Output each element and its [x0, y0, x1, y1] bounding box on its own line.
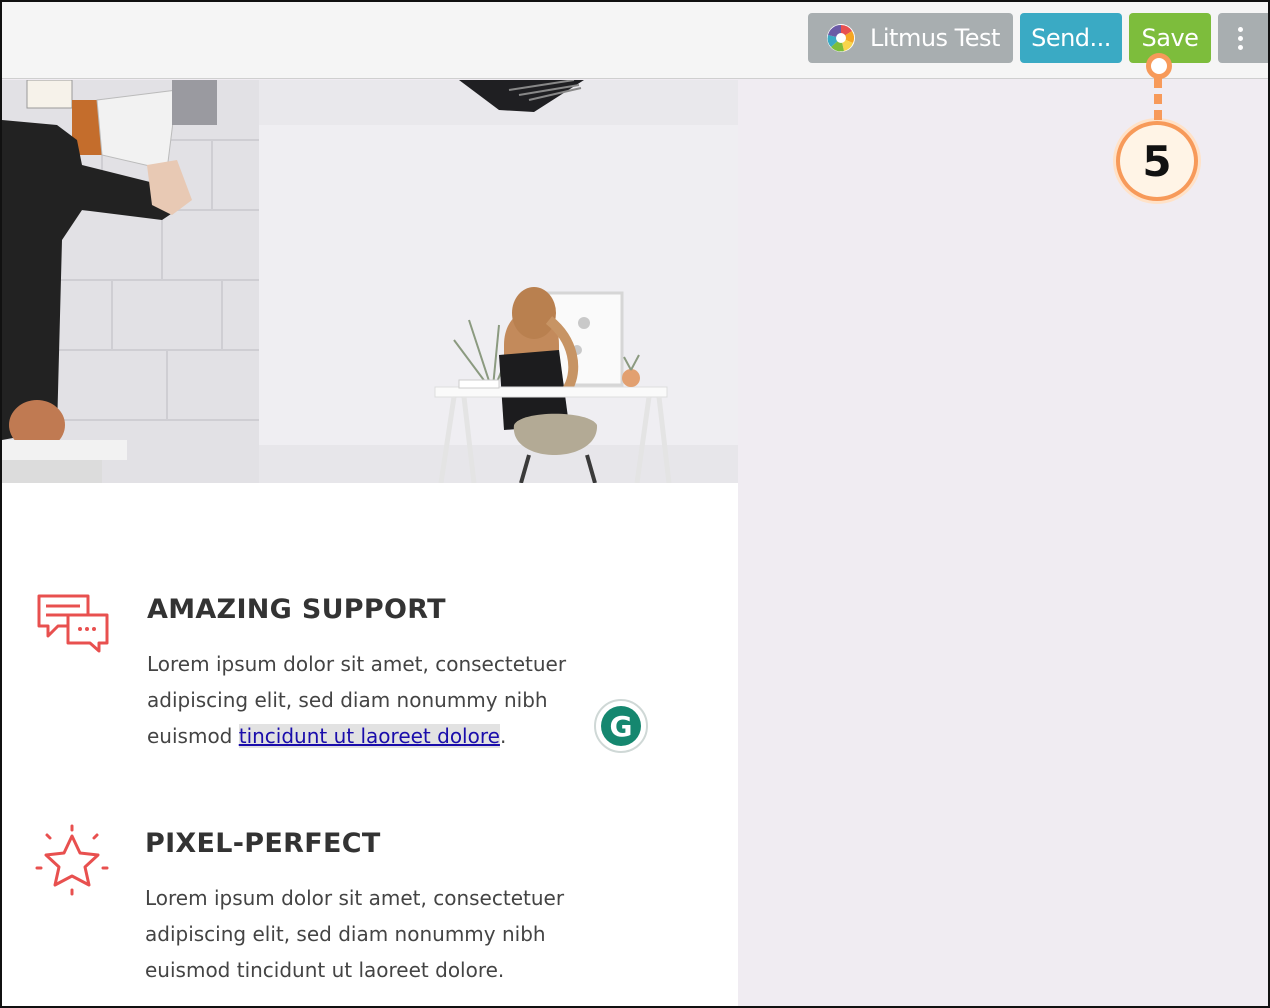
star-icon [35, 824, 109, 896]
callout-connector [1154, 78, 1162, 124]
callout-badge: 5 [1116, 121, 1198, 201]
feature-title: AMAZING SUPPORT [147, 594, 446, 625]
callout-number: 5 [1142, 136, 1172, 186]
save-button[interactable]: Save [1129, 13, 1211, 63]
callout-pointer [1146, 53, 1172, 79]
kebab-vertical-icon [1238, 26, 1243, 50]
grammarly-letter: G [609, 709, 633, 743]
feature-description: Lorem ipsum dolor sit amet, consectetuer… [147, 646, 617, 754]
litmus-color-wheel-icon [827, 24, 855, 52]
email-canvas: AMAZING SUPPORT Lorem ipsum dolor sit am… [2, 80, 738, 1006]
laptop-photo-illustration [259, 80, 738, 125]
feature-description: Lorem ipsum dolor sit amet, consectetuer… [145, 886, 565, 982]
send-button[interactable]: Send... [1020, 13, 1122, 63]
feature-text-end: . [499, 724, 507, 748]
wall-photo-illustration [2, 80, 259, 483]
send-label: Send... [1031, 24, 1111, 52]
chat-bubbles-icon [37, 594, 109, 653]
app-frame: Litmus Test Send... Save 5 AMAZING SUPPO… [0, 0, 1270, 1008]
feature-title: PIXEL-PERFECT [145, 828, 381, 859]
grammarly-icon: G [601, 706, 641, 746]
grammarly-button[interactable]: G [594, 699, 648, 753]
litmus-test-label: Litmus Test [870, 24, 1000, 52]
hero-photo-wall[interactable] [2, 80, 259, 483]
desk-photo-illustration [259, 125, 738, 483]
litmus-test-button[interactable]: Litmus Test [808, 13, 1013, 63]
more-options-button[interactable] [1218, 13, 1268, 63]
hero-photo-laptop[interactable] [259, 80, 738, 125]
top-toolbar: Litmus Test Send... Save [2, 2, 1268, 79]
feature-link[interactable]: tincidunt ut laoreet dolore [238, 724, 500, 748]
hero-photo-desk[interactable] [259, 125, 738, 483]
hero-images [2, 80, 738, 483]
save-label: Save [1141, 24, 1199, 52]
